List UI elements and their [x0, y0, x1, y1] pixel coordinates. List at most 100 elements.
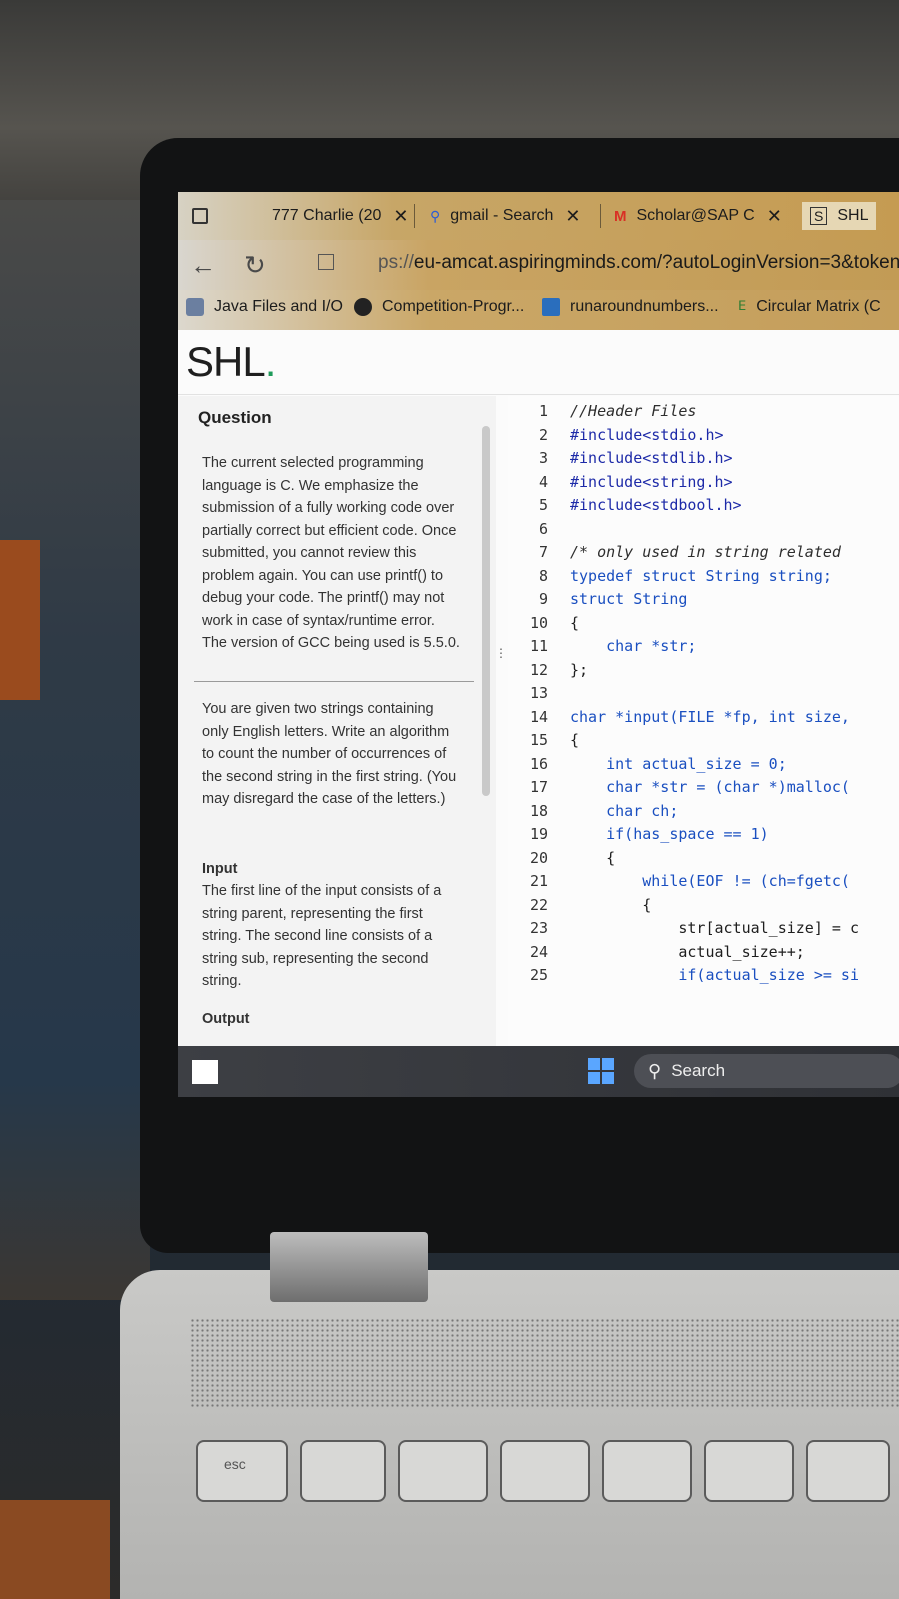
code-line[interactable]: typedef struct String string;	[570, 567, 832, 585]
tab-label: gmail - Search	[450, 207, 554, 224]
code-line[interactable]: char *input(FILE *fp, int size,	[570, 708, 850, 726]
bookmark-java-files[interactable]: Java Files and I/O	[186, 298, 343, 316]
code-line[interactable]: int actual_size = 0;	[570, 755, 787, 773]
input-heading: Input	[202, 861, 238, 877]
reload-icon[interactable]: ↻	[244, 250, 266, 281]
code-line[interactable]: /* only used in string related	[570, 543, 841, 561]
tab-charlie[interactable]: 777 Charlie (20 ✕	[272, 202, 409, 230]
question-panel: Question The current selected programmin…	[178, 396, 496, 1046]
line-number: 25	[529, 966, 548, 984]
tab-separator	[414, 204, 415, 228]
code-line[interactable]: while(EOF != (ch=fgetc(	[570, 872, 850, 890]
code-line[interactable]: struct String	[570, 590, 687, 608]
code-line[interactable]: #include<stdbool.h>	[570, 496, 742, 514]
background-wall	[0, 200, 150, 1300]
tab-label: Scholar@SAP C	[636, 207, 755, 224]
bookmark-icon	[186, 298, 204, 316]
tab-sidebar-icon[interactable]	[192, 202, 218, 230]
function-key[interactable]	[704, 1440, 794, 1502]
section-divider	[194, 681, 474, 682]
speaker-grille	[190, 1318, 899, 1408]
code-line[interactable]: {	[570, 731, 579, 749]
line-number: 2	[538, 425, 548, 444]
tab-shl-active[interactable]: S SHL	[802, 202, 877, 230]
taskbar-search[interactable]: ⚲ Search	[634, 1054, 899, 1088]
url-scheme: ps://	[378, 252, 414, 273]
tab-actions-icon[interactable]	[192, 208, 208, 224]
bookmark-runaround[interactable]: runaroundnumbers...	[542, 298, 719, 316]
background-object	[0, 540, 40, 700]
bookmark-label: Competition-Progr...	[382, 298, 525, 315]
logo-text: SHL	[186, 338, 266, 385]
code-line[interactable]: #include<stdlib.h>	[570, 449, 733, 467]
code-line[interactable]: {	[570, 896, 651, 914]
search-icon: ⚲	[648, 1060, 662, 1081]
line-number: 15	[529, 731, 548, 749]
code-line[interactable]: #include<string.h>	[570, 473, 733, 491]
line-number: 3	[538, 449, 548, 467]
code-line[interactable]: actual_size++;	[570, 943, 804, 961]
code-line[interactable]: if(has_space == 1)	[570, 825, 769, 843]
function-key[interactable]	[300, 1440, 386, 1502]
line-number: 18	[529, 801, 548, 820]
code-line[interactable]: char *str = (char *)malloc(	[570, 778, 850, 796]
code-editor[interactable]: 1 //Header Files 2 #include<stdio.h> 3 #inclu…	[508, 396, 899, 1046]
url-field[interactable]: ps://eu-amcat.aspiringminds.com/?autoLog…	[378, 252, 899, 274]
widgets-icon[interactable]	[192, 1060, 218, 1084]
close-icon[interactable]: ✕	[393, 206, 408, 227]
shl-logo: SHL.	[186, 338, 276, 385]
line-number: 6	[538, 519, 548, 538]
laptop-screen: 777 Charlie (20 ✕ ⚲ gmail - Search ✕ M S…	[178, 192, 899, 1097]
url-text: eu-amcat.aspiringminds.com/?autoLoginVer…	[413, 252, 899, 273]
back-arrow-icon[interactable]: ←	[190, 250, 216, 281]
code-line[interactable]: if(actual_size >= si	[570, 966, 859, 984]
line-number: 21	[529, 872, 548, 890]
code-line[interactable]: char ch;	[570, 802, 678, 820]
web-page: SHL. Question The current selected progr…	[178, 330, 899, 1046]
taskbar: ⚲ Search	[178, 1046, 899, 1097]
windows-start-icon[interactable]	[588, 1058, 614, 1084]
line-number: 23	[529, 919, 548, 937]
tab-label: SHL	[837, 207, 869, 224]
shl-icon: S	[810, 207, 828, 225]
close-icon[interactable]: ✕	[767, 206, 782, 227]
close-icon[interactable]: ✕	[565, 206, 580, 227]
line-number: 17	[529, 778, 548, 796]
search-icon: ⚲	[430, 208, 441, 224]
tab-scholar[interactable]: M Scholar@SAP C ✕	[614, 202, 782, 230]
line-number: 10	[529, 613, 548, 632]
code-line[interactable]: {	[570, 614, 579, 632]
esc-key[interactable]: esc	[196, 1440, 288, 1502]
line-number: 7	[538, 543, 548, 561]
line-number: 19	[529, 825, 548, 843]
line-number: 1	[538, 402, 548, 420]
question-scrollbar[interactable]	[482, 426, 490, 796]
gfg-icon: 𝖤	[738, 298, 747, 313]
code-line[interactable]: //Header Files	[570, 402, 696, 420]
line-number: 4	[538, 472, 548, 491]
code-line[interactable]: char *str;	[570, 637, 696, 655]
bookmark-label: Circular Matrix (C	[756, 298, 881, 315]
bookmark-circular-matrix[interactable]: 𝖤 Circular Matrix (C	[738, 298, 881, 316]
bookmark-label: runaroundnumbers...	[570, 298, 719, 315]
function-key[interactable]	[806, 1440, 890, 1502]
line-number: 20	[529, 848, 548, 867]
bookmarks-bar: Java Files and I/O Competition-Progr... …	[178, 290, 899, 330]
page-icon	[542, 298, 560, 316]
code-line[interactable]: #include<stdio.h>	[570, 426, 724, 444]
code-line[interactable]: str[actual_size] = c	[570, 919, 859, 937]
site-info-icon[interactable]	[318, 254, 334, 270]
function-key[interactable]	[500, 1440, 590, 1502]
background-object	[0, 1500, 110, 1599]
panel-resize-handle[interactable]: ⋮	[495, 647, 507, 688]
line-number: 9	[538, 590, 548, 608]
function-key[interactable]	[602, 1440, 692, 1502]
bookmark-competition[interactable]: Competition-Progr...	[354, 298, 524, 316]
question-title: Question	[198, 408, 272, 427]
header-divider	[178, 394, 899, 395]
line-number: 5	[538, 496, 548, 514]
function-key[interactable]	[398, 1440, 488, 1502]
tab-gmail-search[interactable]: ⚲ gmail - Search ✕	[430, 202, 581, 230]
code-line[interactable]: {	[570, 849, 615, 867]
code-line[interactable]: };	[570, 661, 588, 679]
